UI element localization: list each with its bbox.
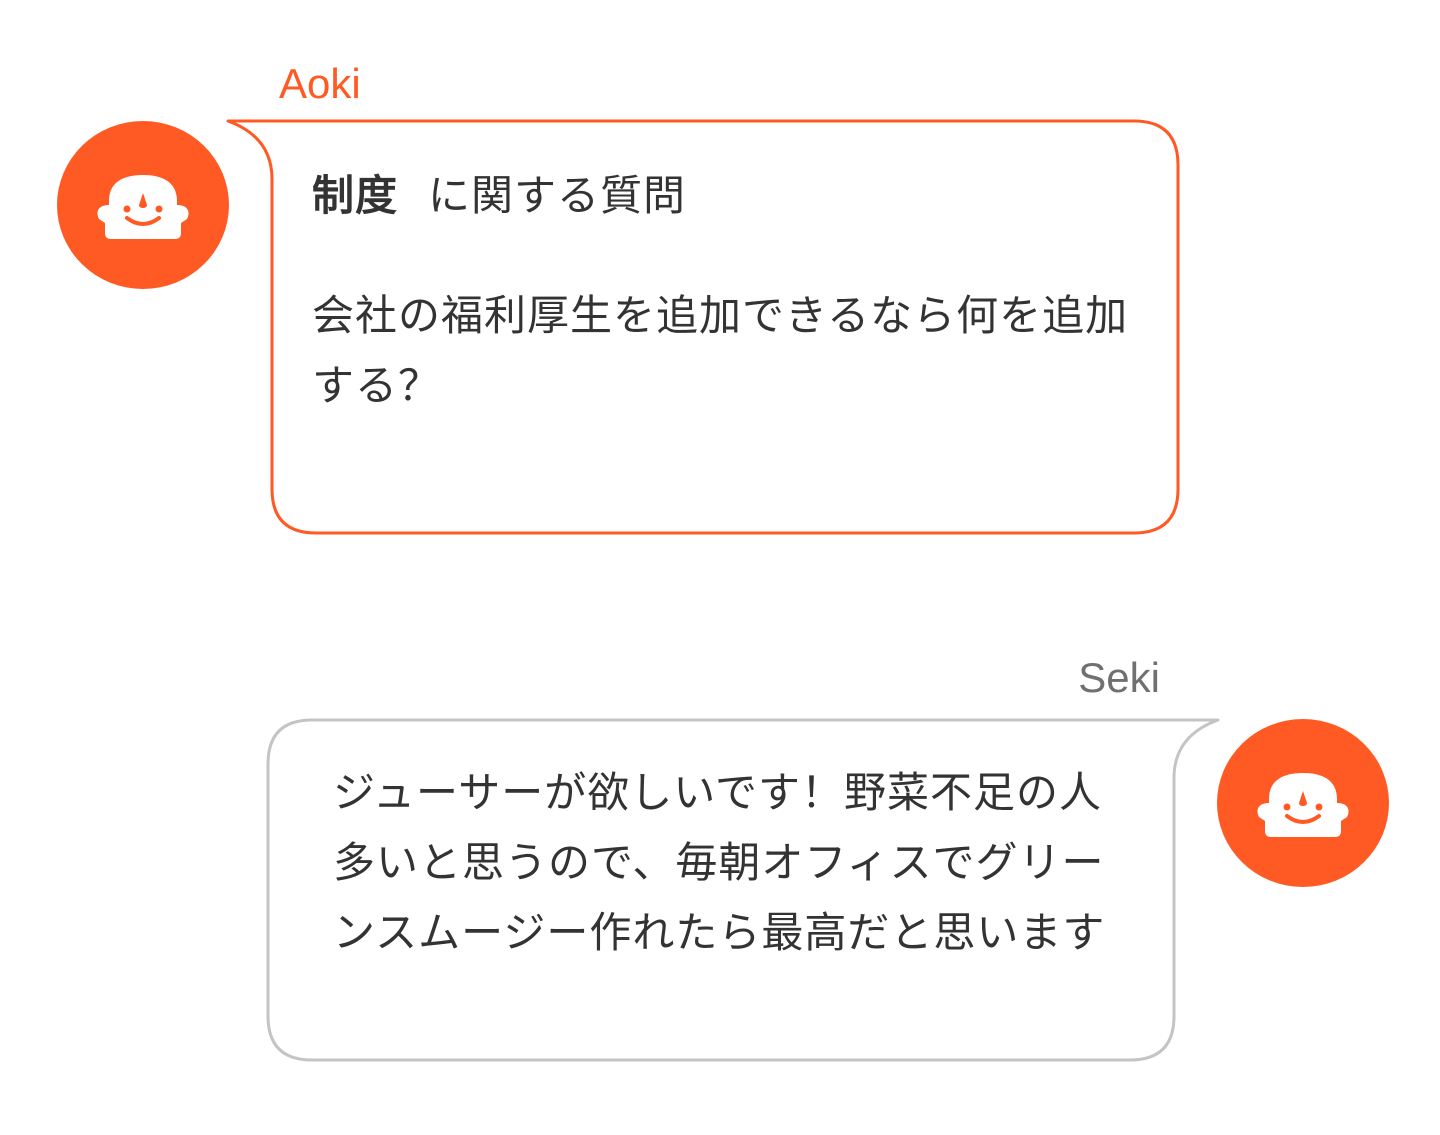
topic-heading: 制度 に関する質問	[312, 161, 1132, 231]
message-text: 会社の福利厚生を追加できるなら何を追加する？	[312, 291, 1129, 410]
message-bubble-seki: ジューサーが欲しいです！野菜不足の人多いと思うので、毎朝オフィスでグリーンスムー…	[266, 718, 1222, 1064]
smiley-face-icon	[1257, 773, 1349, 837]
sender-name-aoki: Aoki	[279, 60, 361, 107]
topic-tag[interactable]: 制度	[312, 171, 398, 220]
message-text: ジューサーが欲しいです！野菜不足の人多いと思うので、毎朝オフィスでグリーンスムー…	[333, 768, 1106, 957]
smiley-face-icon	[97, 175, 189, 239]
sender-name-seki: Seki	[1078, 654, 1160, 701]
topic-suffix: に関する質問	[428, 171, 687, 220]
avatar-aoki[interactable]	[57, 121, 229, 289]
avatar-seki[interactable]	[1217, 719, 1389, 887]
message-bubble-aoki: 制度 に関する質問 会社の福利厚生を追加できるなら何を追加する？	[226, 119, 1182, 537]
